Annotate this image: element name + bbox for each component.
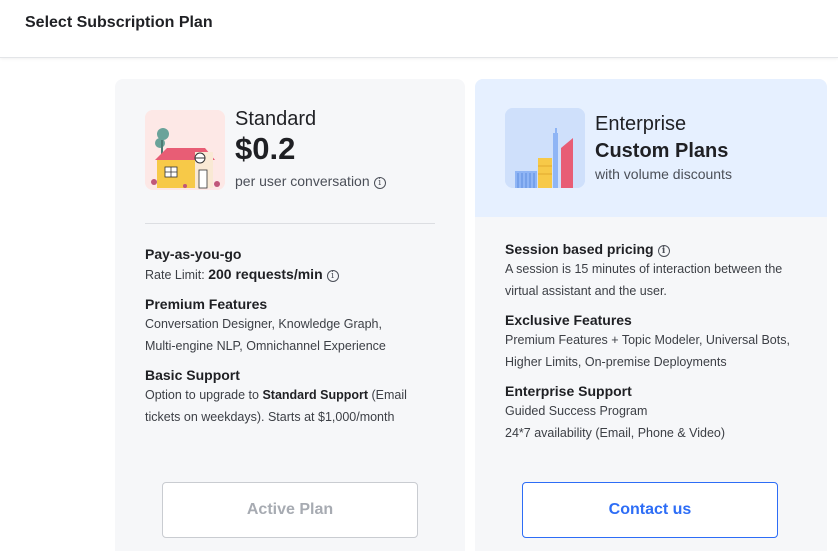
plan-name: Enterprise [595, 113, 687, 135]
section-title: Session based pricing [505, 241, 654, 257]
enterprise-support-section: Enterprise Support Guided Success Progra… [505, 382, 805, 444]
section-text: tickets on weekdays). Starts at $1,000/m… [145, 410, 395, 424]
premium-features-section: Premium Features Conversation Designer, … [145, 295, 445, 357]
enterprise-plan-card: Enterprise Custom Plans with volume disc… [475, 79, 827, 551]
page-title: Select Subscription Plan [25, 14, 213, 31]
page-header: Select Subscription Plan [0, 0, 838, 58]
divider [145, 223, 435, 224]
payg-section: Pay-as-you-go Rate Limit: 200 requests/m… [145, 245, 445, 286]
city-buildings-illustration-icon [505, 108, 585, 188]
session-pricing-section: Session based pricing i A session is 15 m… [505, 240, 805, 302]
house-illustration-icon [145, 110, 225, 190]
basic-support-section: Basic Support Option to upgrade to Stand… [145, 366, 445, 428]
info-icon[interactable]: i [373, 177, 386, 189]
volume-discounts-text: with volume discounts [595, 166, 732, 182]
section-text: Multi-engine NLP, Omnichannel Experience [145, 339, 386, 353]
rate-limit-label: Rate Limit: [145, 268, 205, 282]
support-text-pre: Option to upgrade to [145, 388, 263, 402]
section-title: Basic Support [145, 367, 240, 383]
section-title: Pay-as-you-go [145, 246, 242, 262]
section-title: Enterprise Support [505, 383, 632, 399]
price-unit-text: per user conversation [235, 173, 370, 189]
exclusive-features-section: Exclusive Features Premium Features + To… [505, 311, 805, 373]
support-text-bold: Standard Support [262, 388, 369, 402]
section-text: Higher Limits, On-premise Deployments [505, 355, 727, 369]
plan-price: $0.2 [235, 131, 296, 166]
section-title-row: Session based pricing i [505, 240, 805, 258]
standard-plan-card: Standard $0.2 per user conversation i Pay… [115, 79, 465, 551]
section-text: A session is 15 minutes of interaction b… [505, 262, 783, 276]
info-icon[interactable]: i [657, 245, 670, 257]
info-icon[interactable]: i [326, 270, 339, 282]
section-text: Premium Features + Topic Modeler, Univer… [505, 333, 790, 347]
section-title: Premium Features [145, 296, 268, 312]
rate-limit-value: 200 requests/min [208, 266, 323, 282]
section-title: Exclusive Features [505, 312, 632, 328]
rate-limit: Rate Limit: 200 requests/min i [145, 263, 445, 286]
support-text-post: (Email [368, 388, 407, 402]
section-text: Option to upgrade to Standard Support (E… [145, 384, 445, 406]
price-unit: per user conversation i [235, 173, 386, 189]
plan-price: Custom Plans [595, 140, 729, 162]
section-text: Guided Success Program [505, 404, 648, 418]
section-text: virtual assistant and the user. [505, 284, 667, 298]
active-plan-button[interactable]: Active Plan [162, 482, 418, 538]
section-text: 24*7 availability (Email, Phone & Video) [505, 426, 726, 440]
section-text: Conversation Designer, Knowledge Graph, [145, 317, 382, 331]
contact-us-button[interactable]: Contact us [522, 482, 778, 538]
plan-name: Standard [235, 108, 317, 130]
